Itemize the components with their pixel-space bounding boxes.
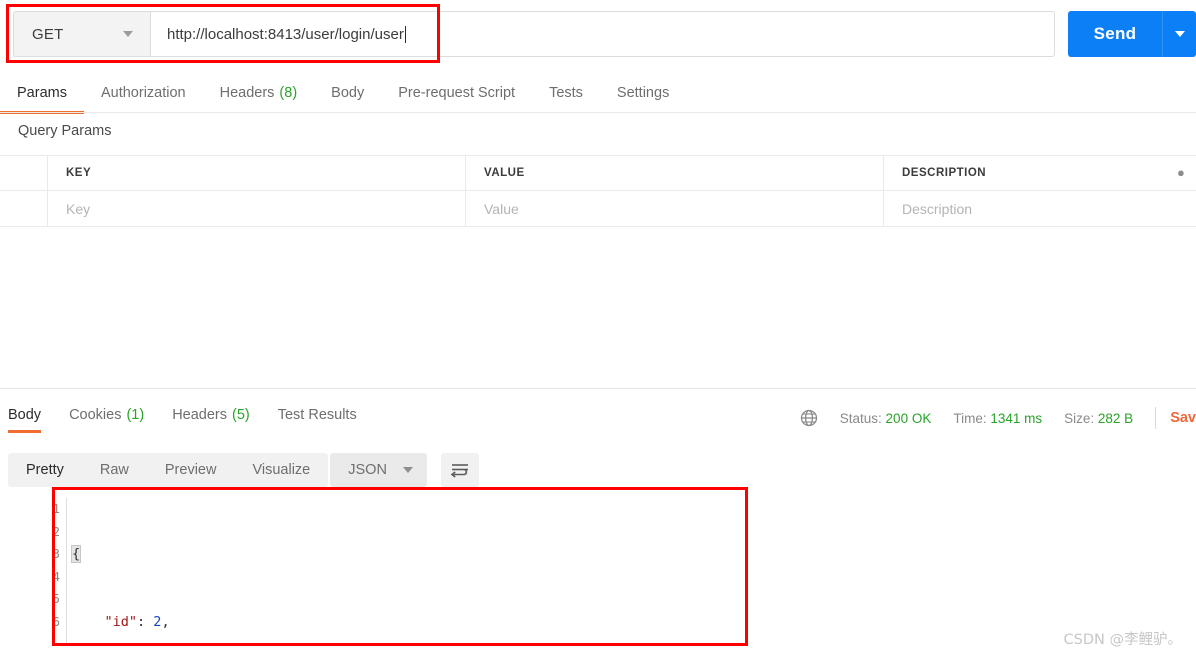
time-label: Time: bbox=[953, 410, 987, 426]
viewer-mode-raw[interactable]: Raw bbox=[82, 453, 147, 487]
gutter-divider bbox=[66, 498, 67, 643]
table-row: Key Value Description bbox=[0, 191, 1196, 227]
json-code: { "id": 2, "username": "user", "password… bbox=[70, 498, 714, 657]
tab-label: Pre-request Script bbox=[398, 85, 516, 101]
viewer-mode-group: Pretty Raw Preview Visualize bbox=[8, 453, 329, 487]
send-button[interactable]: Send bbox=[1068, 11, 1162, 57]
param-value-input[interactable]: Value bbox=[466, 191, 884, 226]
param-key-input[interactable]: Key bbox=[48, 191, 466, 226]
viewer-mode-preview[interactable]: Preview bbox=[147, 453, 235, 487]
tab-label: Test Results bbox=[277, 407, 357, 423]
chevron-down-icon bbox=[123, 31, 133, 37]
tab-label: Settings bbox=[616, 85, 670, 101]
line-number: 6 bbox=[52, 613, 60, 629]
column-header-value: VALUE bbox=[466, 156, 884, 190]
globe-icon[interactable] bbox=[800, 409, 818, 427]
tab-label: Body bbox=[8, 407, 42, 423]
tab-tests[interactable]: Tests bbox=[532, 76, 600, 110]
more-options-icon[interactable]: ● bbox=[1177, 166, 1186, 179]
code-line: "id": 2, bbox=[104, 613, 170, 630]
line-number: 2 bbox=[52, 523, 60, 539]
response-tab-test-results[interactable]: Test Results bbox=[264, 400, 371, 430]
tab-count-badge: (8) bbox=[279, 85, 298, 101]
query-params-table: KEY VALUE DESCRIPTION ● Key Value Descri… bbox=[0, 155, 1196, 227]
response-tab-body[interactable]: Body bbox=[0, 400, 55, 433]
table-header-row: KEY VALUE DESCRIPTION ● bbox=[0, 155, 1196, 191]
line-number-gutter: 1 2 3 4 5 6 bbox=[38, 498, 60, 657]
code-line: { bbox=[70, 543, 714, 566]
tab-label: Headers bbox=[172, 407, 227, 423]
tab-pre-request-script[interactable]: Pre-request Script bbox=[381, 76, 532, 110]
response-tabs: Body Cookies (1) Headers (5) Test Result… bbox=[0, 400, 760, 434]
size-label: Size: bbox=[1064, 410, 1095, 426]
size-value: 282 B bbox=[1097, 410, 1134, 426]
param-description-input[interactable]: Description bbox=[884, 191, 1196, 226]
row-checkbox-gutter[interactable] bbox=[0, 191, 48, 226]
response-tab-headers[interactable]: Headers (5) bbox=[158, 400, 264, 430]
response-viewer-toolbar: Pretty Raw Preview Visualize JSON bbox=[8, 453, 479, 487]
response-format-label: JSON bbox=[348, 462, 387, 478]
tab-settings[interactable]: Settings bbox=[600, 76, 686, 110]
tab-authorization[interactable]: Authorization bbox=[84, 76, 203, 110]
time-metric[interactable]: Time: 1341 ms bbox=[953, 411, 1042, 426]
url-input[interactable]: http://localhost:8413/user/login/user bbox=[150, 11, 1055, 57]
http-method-select[interactable]: GET bbox=[13, 11, 150, 57]
save-response-button[interactable]: Sav bbox=[1170, 410, 1196, 426]
chevron-down-icon bbox=[1174, 31, 1185, 37]
response-meta-bar: Status: 200 OK Time: 1341 ms Size: 282 B… bbox=[800, 405, 1196, 431]
send-options-button[interactable] bbox=[1162, 11, 1196, 57]
tab-label: Body bbox=[331, 85, 365, 101]
tab-count-badge: (5) bbox=[232, 407, 250, 423]
viewer-mode-visualize[interactable]: Visualize bbox=[234, 453, 328, 487]
tab-label: Cookies bbox=[69, 407, 122, 423]
query-params-title: Query Params bbox=[18, 123, 112, 139]
line-number: 4 bbox=[52, 568, 60, 584]
http-method-label: GET bbox=[32, 25, 64, 43]
tab-headers[interactable]: Headers (8) bbox=[203, 76, 315, 110]
watermark: CSDN @李鲤驴。 bbox=[1063, 632, 1182, 648]
column-header-key: KEY bbox=[48, 156, 466, 190]
status-metric[interactable]: Status: 200 OK bbox=[840, 411, 932, 426]
status-label: Status: bbox=[839, 410, 882, 426]
json-key: "id" bbox=[104, 613, 138, 630]
status-value: 200 OK bbox=[885, 410, 932, 426]
tab-label: Headers bbox=[219, 85, 275, 101]
response-divider bbox=[0, 388, 1196, 389]
word-wrap-icon[interactable] bbox=[440, 453, 479, 487]
request-tabs: Params Authorization Headers (8) Body Pr… bbox=[0, 76, 1196, 114]
text-cursor bbox=[404, 25, 406, 43]
json-open-brace: { bbox=[70, 545, 82, 563]
tab-label: Params bbox=[17, 85, 67, 101]
tab-label: Tests bbox=[549, 85, 583, 101]
line-number: 3 bbox=[52, 546, 60, 561]
meta-divider bbox=[1155, 407, 1157, 429]
size-metric[interactable]: Size: 282 B bbox=[1064, 411, 1133, 426]
chevron-down-icon bbox=[402, 467, 413, 473]
response-format-select[interactable]: JSON bbox=[330, 453, 427, 487]
row-checkbox-gutter bbox=[0, 156, 48, 190]
tab-label: Authorization bbox=[100, 85, 186, 101]
tabs-divider bbox=[0, 112, 1196, 113]
response-tab-cookies[interactable]: Cookies (1) bbox=[55, 400, 158, 430]
url-input-value: http://localhost:8413/user/login/user bbox=[167, 25, 404, 43]
viewer-mode-pretty[interactable]: Pretty bbox=[8, 453, 82, 487]
response-body-viewer[interactable]: 1 2 3 4 5 6 { "id": 2, "username": "user… bbox=[0, 498, 1196, 657]
tab-body[interactable]: Body bbox=[314, 76, 381, 110]
request-url-bar: GET http://localhost:8413/user/login/use… bbox=[0, 0, 1196, 68]
time-value: 1341 ms bbox=[990, 410, 1043, 426]
column-header-description: DESCRIPTION ● bbox=[902, 165, 1186, 180]
send-button-label: Send bbox=[1093, 24, 1137, 43]
tab-params[interactable]: Params bbox=[0, 76, 84, 114]
line-number: 5 bbox=[52, 591, 60, 606]
tab-count-badge: (1) bbox=[126, 407, 145, 423]
line-number: 1 bbox=[52, 501, 60, 516]
postman-window: GET http://localhost:8413/user/login/use… bbox=[0, 0, 1196, 657]
